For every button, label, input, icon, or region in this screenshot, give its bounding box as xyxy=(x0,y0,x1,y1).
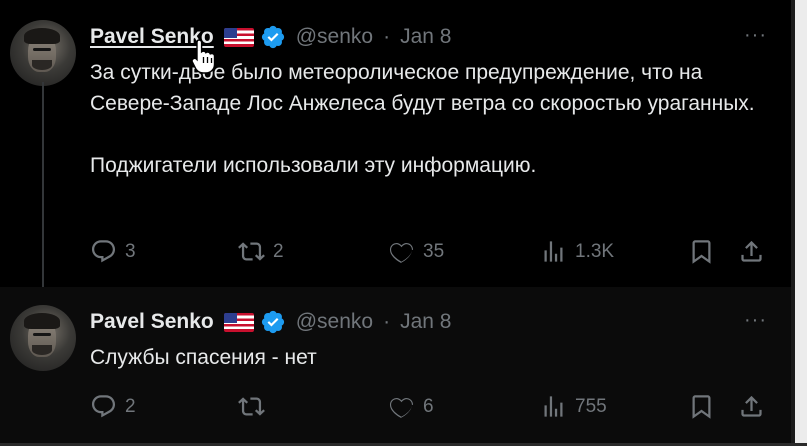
bookmark-button[interactable] xyxy=(688,238,715,265)
thread-connector-line xyxy=(42,82,44,312)
views-icon xyxy=(544,396,563,417)
tweet[interactable]: Pavel Senko @senko · Jan 8 ··· Службы сп… xyxy=(0,287,791,443)
like-count: 6 xyxy=(423,395,434,417)
more-options-icon[interactable]: ··· xyxy=(744,309,767,332)
tweet[interactable]: Pavel Senko @senko · Jan 8 ··· За сутки-… xyxy=(0,0,791,312)
author-name[interactable]: Pavel Senko xyxy=(90,310,214,334)
bookmark-icon xyxy=(692,395,711,419)
share-icon xyxy=(741,395,762,417)
bookmark-icon xyxy=(692,240,711,264)
hand-pointer-cursor-icon xyxy=(191,39,216,74)
like-count: 35 xyxy=(423,240,445,262)
retweet-button[interactable] xyxy=(238,393,273,420)
retweet-button[interactable]: 2 xyxy=(238,238,284,265)
tweet-date[interactable]: Jan 8 xyxy=(400,310,451,334)
heart-icon xyxy=(389,243,414,263)
timeline: Pavel Senko @senko · Jan 8 ··· За сутки-… xyxy=(0,0,807,446)
views-button[interactable]: 1.3K xyxy=(540,238,614,265)
views-count: 1.3K xyxy=(575,240,615,262)
tweet-actions: 3 2 35 1.3K xyxy=(90,238,763,268)
author-handle[interactable]: @senko xyxy=(296,310,373,334)
more-options-icon[interactable]: ··· xyxy=(744,24,767,47)
tweet-text: Службы спасения - нет xyxy=(90,342,770,373)
reply-count: 3 xyxy=(125,240,136,262)
avatar[interactable] xyxy=(10,305,76,371)
separator-dot: · xyxy=(383,25,391,48)
share-icon xyxy=(741,240,762,262)
reply-icon xyxy=(91,240,116,263)
views-icon xyxy=(544,241,563,262)
tweet-text: За сутки-двое было метеоролическое преду… xyxy=(90,57,770,181)
tweet-date[interactable]: Jan 8 xyxy=(400,25,451,49)
reply-button[interactable]: 2 xyxy=(90,393,136,420)
reply-icon xyxy=(91,395,116,418)
like-button[interactable]: 6 xyxy=(388,393,434,420)
window-edge xyxy=(791,0,807,446)
verified-badge-icon[interactable] xyxy=(260,309,286,335)
share-button[interactable] xyxy=(738,393,765,420)
separator-dot: · xyxy=(383,310,391,333)
retweet-icon xyxy=(238,397,265,416)
reply-count: 2 xyxy=(125,395,136,417)
share-button[interactable] xyxy=(738,238,765,265)
tweet-paragraph: Службы спасения - нет xyxy=(90,346,317,369)
heart-icon xyxy=(389,398,414,418)
author-handle[interactable]: @senko xyxy=(296,25,373,49)
retweet-count: 2 xyxy=(273,240,284,262)
avatar[interactable] xyxy=(10,20,76,86)
like-button[interactable]: 35 xyxy=(388,238,444,265)
tweet-actions: 2 6 755 xyxy=(90,393,763,423)
tweet-header: Pavel Senko @senko · Jan 8 xyxy=(90,22,451,52)
verified-badge-icon[interactable] xyxy=(260,24,286,50)
reply-button[interactable]: 3 xyxy=(90,238,136,265)
bookmark-button[interactable] xyxy=(688,393,715,420)
tweet-paragraph: Поджигатели использовали эту информацию. xyxy=(90,154,537,177)
views-button[interactable]: 755 xyxy=(540,393,607,420)
views-count: 755 xyxy=(575,395,607,417)
tweet-header: Pavel Senko @senko · Jan 8 xyxy=(90,307,451,337)
retweet-icon xyxy=(238,242,265,261)
us-flag-icon xyxy=(223,27,254,47)
us-flag-icon xyxy=(223,312,254,332)
